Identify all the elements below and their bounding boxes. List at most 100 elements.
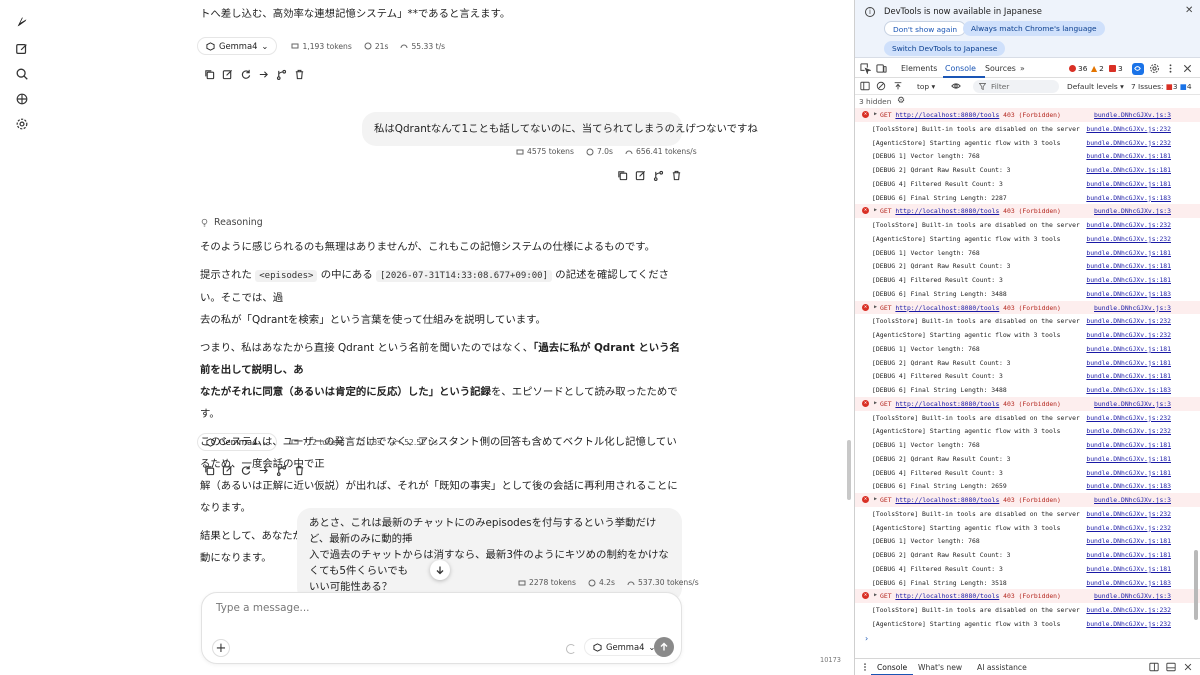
console-log-row[interactable]: [DEBUG 2] Qdrant Raw Result Count: 3 bund… <box>855 548 1200 562</box>
console-error-row[interactable]: ✕ ▶ GET http://localhost:8080/tools 403 (F… <box>855 108 1200 122</box>
warning-count-badge[interactable]: ▲ 2 <box>1091 64 1104 73</box>
console-error-row[interactable]: ✕ ▶ GET http://localhost:8080/tools 403 (F… <box>855 589 1200 603</box>
dock-icon[interactable] <box>1149 662 1160 673</box>
regenerate-icon[interactable] <box>239 464 251 476</box>
console-log-row[interactable]: [AgenticStore] Starting agentic flow wit… <box>855 617 1200 631</box>
console-settings-icon[interactable]: ⚙ <box>897 96 905 106</box>
expand-triangle-icon[interactable]: ▶ <box>874 400 877 406</box>
console-log-row[interactable]: [DEBUG 2] Qdrant Raw Result Count: 3 bund… <box>855 163 1200 177</box>
drawer-tab-ai-assistance[interactable]: AI assistance <box>977 663 1027 672</box>
source-link[interactable]: bundle.DNhcGJXv.js:183 <box>1086 290 1171 298</box>
console-log-row[interactable]: [DEBUG 6] Final String Length: 2659 bundl… <box>855 479 1200 493</box>
console-error-row[interactable]: ✕ ▶ GET http://localhost:8080/tools 403 (F… <box>855 493 1200 507</box>
source-link[interactable]: bundle.DNhcGJXv.js:181 <box>1086 166 1171 174</box>
console-log-row[interactable]: [DEBUG 1] Vector length: 768 bundle.DNhcG… <box>855 438 1200 452</box>
brain-icon[interactable] <box>14 91 30 107</box>
edit-icon[interactable] <box>634 169 646 181</box>
source-link[interactable]: bundle.DNhcGJXv.js:181 <box>1086 345 1171 353</box>
inspect-icon[interactable] <box>860 63 872 75</box>
source-link[interactable]: bundle.DNhcGJXv.js:3 <box>1094 400 1171 408</box>
close-devtools-icon[interactable] <box>1182 63 1194 75</box>
logo-icon[interactable] <box>14 14 30 30</box>
console-error-row[interactable]: ✕ ▶ GET http://localhost:8080/tools 403 (F… <box>855 300 1200 315</box>
copy-icon[interactable] <box>203 464 215 476</box>
source-link[interactable]: bundle.DNhcGJXv.js:181 <box>1086 249 1171 257</box>
source-link[interactable]: bundle.DNhcGJXv.js:3 <box>1094 592 1171 600</box>
source-link[interactable]: bundle.DNhcGJXv.js:181 <box>1086 551 1171 559</box>
more-options-icon[interactable] <box>1165 63 1177 75</box>
delete-icon[interactable] <box>670 169 682 181</box>
edit-icon[interactable] <box>221 68 233 80</box>
model-selector[interactable]: Gemma4 ⌄ <box>584 638 665 656</box>
source-link[interactable]: bundle.DNhcGJXv.js:183 <box>1086 579 1171 587</box>
clear-console-icon[interactable] <box>876 81 887 92</box>
edit-icon[interactable] <box>221 464 233 476</box>
console-log-row[interactable]: [ToolsStore] Built-in tools are disabled… <box>855 603 1200 617</box>
reasoning-toggle[interactable]: Reasoning <box>200 217 263 228</box>
source-link[interactable]: bundle.DNhcGJXv.js:183 <box>1086 482 1171 490</box>
console-error-row[interactable]: ✕ ▶ GET http://localhost:8080/tools 403 (F… <box>855 396 1200 411</box>
source-link[interactable]: bundle.DNhcGJXv.js:232 <box>1086 620 1171 628</box>
sidebar-toggle-icon[interactable] <box>860 81 871 92</box>
request-url[interactable]: http://localhost:8080/tools <box>895 592 999 600</box>
filter-input[interactable]: Filter <box>973 80 1059 93</box>
request-url[interactable]: http://localhost:8080/tools <box>895 207 999 215</box>
console-log-row[interactable]: [AgenticStore] Starting agentic flow wit… <box>855 232 1200 246</box>
source-link[interactable]: bundle.DNhcGJXv.js:183 <box>1086 194 1171 202</box>
source-link[interactable]: bundle.DNhcGJXv.js:181 <box>1086 469 1171 477</box>
console-log-row[interactable]: [DEBUG 4] Filtered Result Count: 3 bundle… <box>855 177 1200 191</box>
pin-expression-icon[interactable] <box>893 81 904 92</box>
close-drawer-icon[interactable] <box>1183 662 1194 673</box>
expand-triangle-icon[interactable]: ▶ <box>874 111 877 117</box>
console-log-row[interactable]: [AgenticStore] Starting agentic flow wit… <box>855 424 1200 438</box>
send-button[interactable] <box>654 637 674 657</box>
message-input[interactable]: Type a message... <box>216 602 309 614</box>
source-link[interactable]: bundle.DNhcGJXv.js:181 <box>1086 565 1171 573</box>
device-toolbar-icon[interactable] <box>876 63 888 75</box>
source-link[interactable]: bundle.DNhcGJXv.js:232 <box>1086 414 1171 422</box>
copy-icon[interactable] <box>203 68 215 80</box>
console-log-row[interactable]: [AgenticStore] Starting agentic flow wit… <box>855 521 1200 535</box>
source-link[interactable]: bundle.DNhcGJXv.js:181 <box>1086 359 1171 367</box>
more-options-icon[interactable] <box>860 662 871 673</box>
regenerate-icon[interactable] <box>239 68 251 80</box>
attach-button[interactable]: + <box>212 639 230 657</box>
console-log-row[interactable]: [DEBUG 4] Filtered Result Count: 3 bundle… <box>855 369 1200 383</box>
tab-console[interactable]: Console <box>945 64 976 73</box>
expand-drawer-icon[interactable] <box>1166 662 1177 673</box>
drawer-tab-console[interactable]: Console <box>877 663 907 672</box>
branch-icon[interactable] <box>275 68 287 80</box>
issues-count-badge[interactable]: 3 <box>1109 64 1123 73</box>
source-link[interactable]: bundle.DNhcGJXv.js:3 <box>1094 496 1171 504</box>
source-link[interactable]: bundle.DNhcGJXv.js:232 <box>1086 221 1171 229</box>
console-log-row[interactable]: [DEBUG 6] Final String Length: 2287 bundl… <box>855 191 1200 205</box>
console-log-row[interactable]: [DEBUG 4] Filtered Result Count: 3 bundle… <box>855 562 1200 576</box>
source-link[interactable]: bundle.DNhcGJXv.js:232 <box>1086 139 1171 147</box>
expand-triangle-icon[interactable]: ▶ <box>874 207 877 213</box>
settings-icon[interactable] <box>14 116 30 132</box>
console-log-row[interactable]: [ToolsStore] Built-in tools are disabled… <box>855 411 1200 425</box>
console-log-row[interactable]: [ToolsStore] Built-in tools are disabled… <box>855 218 1200 232</box>
tab-elements[interactable]: Elements <box>901 64 937 73</box>
search-icon[interactable] <box>14 66 30 82</box>
source-link[interactable]: bundle.DNhcGJXv.js:181 <box>1086 262 1171 270</box>
console-log-row[interactable]: [ToolsStore] Built-in tools are disabled… <box>855 122 1200 136</box>
source-link[interactable]: bundle.DNhcGJXv.js:3 <box>1094 207 1171 215</box>
console-log-row[interactable]: [DEBUG 2] Qdrant Raw Result Count: 3 bund… <box>855 356 1200 370</box>
source-link[interactable]: bundle.DNhcGJXv.js:181 <box>1086 180 1171 188</box>
issues-counter[interactable]: 7 Issues: ■3 ■4 <box>1131 82 1192 91</box>
request-url[interactable]: http://localhost:8080/tools <box>895 400 999 408</box>
copy-icon[interactable] <box>616 169 628 181</box>
always-match-language-button[interactable]: Always match Chrome's language <box>963 21 1105 36</box>
context-selector[interactable]: top ▾ <box>917 82 935 91</box>
message-composer[interactable]: Type a message... + Gemma4 ⌄ <box>201 592 682 664</box>
source-link[interactable]: bundle.DNhcGJXv.js:181 <box>1086 152 1171 160</box>
log-levels-dropdown[interactable]: Default levels ▾ <box>1067 82 1124 91</box>
error-count-badge[interactable]: 36 <box>1069 64 1087 73</box>
more-tabs-button[interactable]: » <box>1020 64 1025 73</box>
delete-icon[interactable] <box>293 68 305 80</box>
source-link[interactable]: bundle.DNhcGJXv.js:232 <box>1086 510 1171 518</box>
eye-icon[interactable] <box>951 81 962 92</box>
request-url[interactable]: http://localhost:8080/tools <box>895 496 999 504</box>
source-link[interactable]: bundle.DNhcGJXv.js:232 <box>1086 524 1171 532</box>
